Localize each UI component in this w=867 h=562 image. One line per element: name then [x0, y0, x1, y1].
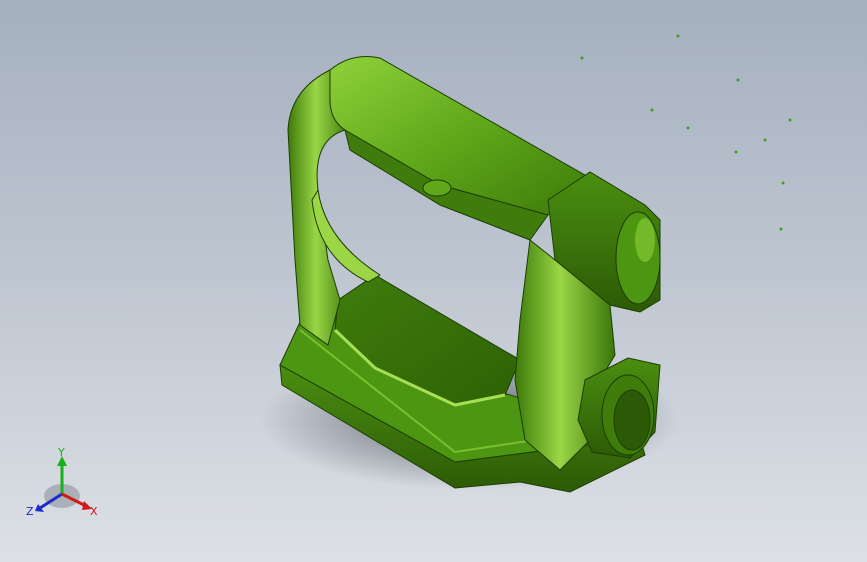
orientation-triad[interactable]: Y Z X: [24, 446, 108, 526]
y-axis-label: Y: [57, 446, 65, 459]
z-axis-label: Z: [26, 505, 34, 518]
graphics-viewport[interactable]: Y Z X: [0, 0, 867, 562]
upper-cap-highlight: [635, 218, 655, 262]
x-axis-label: X: [90, 505, 98, 518]
lower-cap-inner: [613, 389, 651, 451]
model-view[interactable]: [0, 0, 867, 562]
top-bar-boss: [422, 179, 452, 197]
